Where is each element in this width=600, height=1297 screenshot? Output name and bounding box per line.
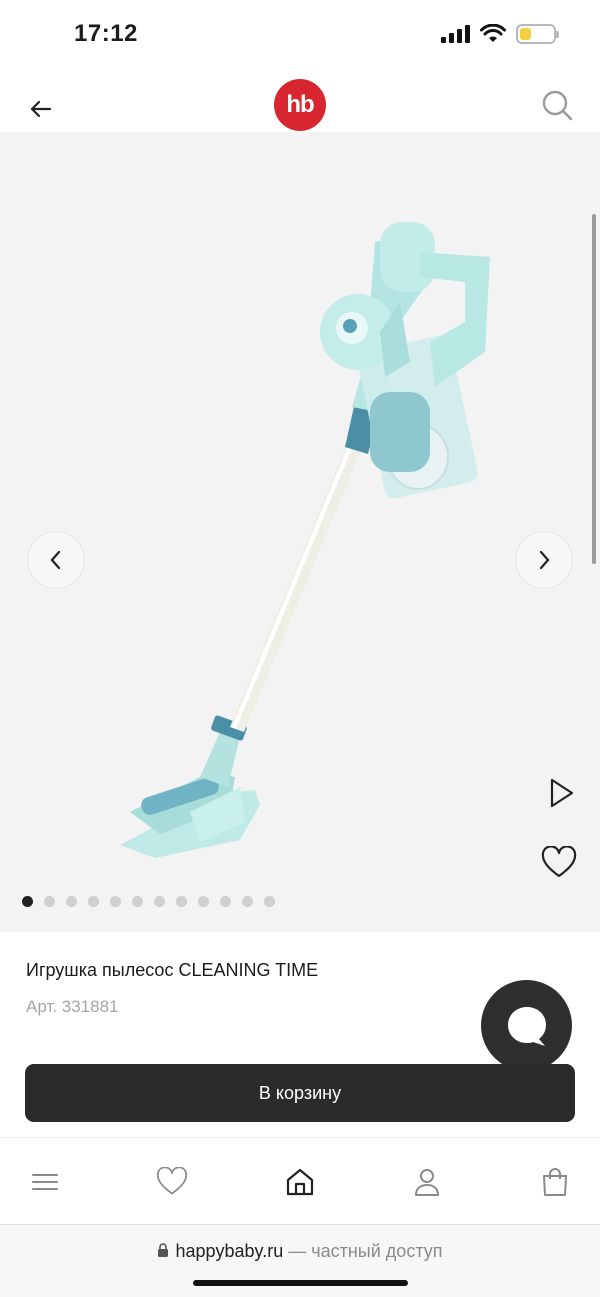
logo[interactable]: hb xyxy=(274,79,326,131)
battery-icon xyxy=(516,24,559,44)
browser-address-bar[interactable]: happybaby.ru — частный доступ xyxy=(0,1224,600,1297)
menu-icon xyxy=(32,1174,58,1190)
slide-dot[interactable] xyxy=(88,896,99,907)
battery-fill xyxy=(520,28,532,40)
slide-dot[interactable] xyxy=(264,896,275,907)
nav-cart[interactable] xyxy=(535,1162,575,1202)
wifi-icon xyxy=(480,24,506,42)
chat-bubble-icon xyxy=(507,1006,546,1046)
scrollbar[interactable] xyxy=(592,214,596,564)
product-title: Игрушка пылесос CLEANING TIME xyxy=(26,960,319,980)
slide-dot[interactable] xyxy=(154,896,165,907)
arrow-left-icon[interactable] xyxy=(26,94,56,124)
slide-dot[interactable] xyxy=(242,896,253,907)
slide-dot[interactable] xyxy=(110,896,121,907)
product-gallery[interactable] xyxy=(0,132,600,932)
signal-icon xyxy=(441,25,470,43)
home-icon xyxy=(286,1168,314,1196)
slide-indicator[interactable] xyxy=(22,896,275,907)
nav-profile[interactable] xyxy=(407,1162,447,1202)
bottom-nav xyxy=(0,1150,600,1214)
slide-dot[interactable] xyxy=(132,896,143,907)
slide-dot[interactable] xyxy=(220,896,231,907)
slide-dot[interactable] xyxy=(198,896,209,907)
add-to-cart-button[interactable]: В корзину xyxy=(25,1064,575,1122)
bag-icon xyxy=(543,1168,567,1196)
search-icon[interactable] xyxy=(540,88,574,122)
nav-menu[interactable] xyxy=(25,1162,65,1202)
url-domain: happybaby.ru xyxy=(175,1241,284,1261)
heart-icon xyxy=(156,1167,188,1195)
home-indicator[interactable] xyxy=(193,1280,408,1286)
nav-home[interactable] xyxy=(280,1162,320,1202)
next-slide-button[interactable] xyxy=(515,531,573,589)
header: hb xyxy=(0,70,600,132)
slide-dot[interactable] xyxy=(44,896,55,907)
chevron-right-icon xyxy=(539,550,550,570)
heart-icon[interactable] xyxy=(541,846,577,880)
chat-button[interactable] xyxy=(481,980,572,1071)
slide-dot[interactable] xyxy=(176,896,187,907)
play-icon[interactable] xyxy=(545,776,577,810)
user-icon xyxy=(415,1169,439,1196)
status-icons xyxy=(441,24,559,44)
status-time: 17:12 xyxy=(74,20,138,47)
url-text[interactable]: happybaby.ru — частный доступ xyxy=(0,1241,600,1262)
slide-dot[interactable] xyxy=(66,896,77,907)
slide-dot[interactable] xyxy=(22,896,33,907)
product-sku: Арт. 331881 xyxy=(26,997,119,1016)
url-suffix: — частный доступ xyxy=(283,1241,443,1261)
status-bar: 17:12 xyxy=(0,0,600,70)
product-image[interactable] xyxy=(100,212,520,862)
lock-icon xyxy=(158,1243,169,1257)
nav-favorites[interactable] xyxy=(152,1162,192,1202)
divider xyxy=(0,1137,600,1138)
chevron-left-icon xyxy=(50,550,61,570)
prev-slide-button[interactable] xyxy=(27,531,85,589)
